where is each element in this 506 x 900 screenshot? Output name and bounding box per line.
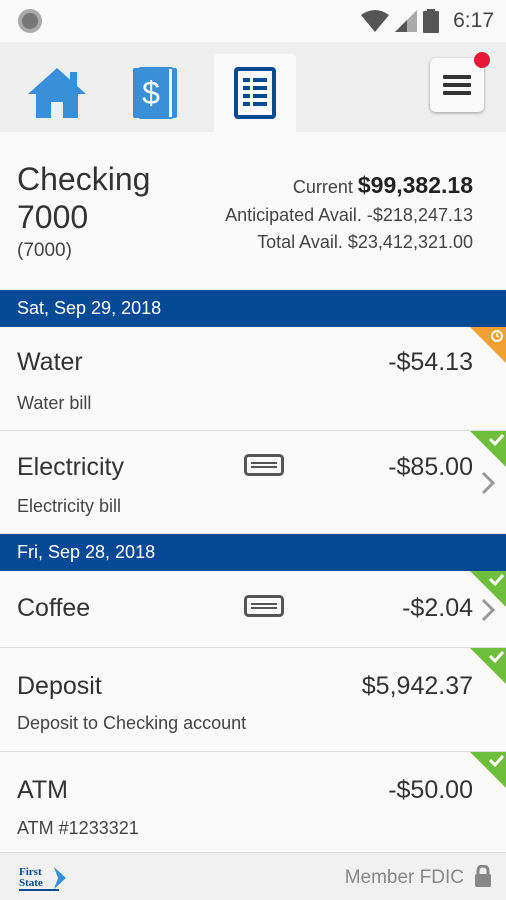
- memo-icon[interactable]: [244, 595, 284, 617]
- pending-clock-icon: [470, 327, 506, 363]
- date-header: Fri, Sep 28, 2018: [0, 534, 506, 571]
- cleared-check-icon: [470, 752, 506, 788]
- member-fdic-label: Member FDIC: [344, 867, 464, 888]
- clock: 6:17: [453, 9, 494, 32]
- cleared-check-icon: [470, 648, 506, 684]
- dollar-icon: $: [133, 67, 177, 119]
- signal-icon: [395, 10, 418, 32]
- total-available: Total Avail. $23,412,321.00: [257, 232, 473, 252]
- footer: First State Member FDIC: [0, 852, 506, 900]
- transaction-title: Coffee: [17, 594, 91, 622]
- svg-text:State: State: [19, 877, 43, 889]
- transaction-amount: -$2.04: [402, 594, 473, 622]
- home-icon: [28, 68, 86, 118]
- current-balance-value: $99,382.18: [357, 172, 473, 198]
- tab-home[interactable]: [16, 54, 98, 132]
- menu-button[interactable]: [430, 52, 490, 112]
- transaction-row[interactable]: Deposit $5,942.37 Deposit to Checking ac…: [0, 648, 506, 752]
- current-balance: Current $99,382.18: [292, 172, 473, 198]
- transaction-amount: $5,942.37: [361, 672, 473, 700]
- transaction-title: ATM: [17, 776, 68, 804]
- transaction-row[interactable]: Coffee -$2.04: [0, 571, 506, 648]
- anticipated-balance: Anticipated Avail. -$218,247.13: [225, 205, 473, 225]
- wifi-icon: [361, 10, 390, 32]
- transaction-title: Electricity: [17, 453, 124, 481]
- memo-icon[interactable]: [244, 454, 284, 476]
- transaction-amount: -$50.00: [388, 776, 473, 804]
- battery-icon: [423, 9, 440, 33]
- bank-logo: First State: [19, 866, 66, 891]
- transaction-amount: -$85.00: [388, 453, 473, 481]
- transaction-row[interactable]: Water -$54.13 Water bill: [0, 327, 506, 431]
- transaction-description: Deposit to Checking account: [17, 713, 247, 733]
- transaction-description: ATM #1233321: [17, 818, 139, 838]
- account-name: Checking 7000: [17, 161, 151, 235]
- total-available-value: $23,412,321.00: [347, 232, 473, 252]
- notification-dot-icon: [18, 9, 42, 33]
- transaction-title: Deposit: [17, 672, 102, 700]
- status-icons: 6:17: [361, 6, 494, 36]
- tab-bar: $: [0, 42, 506, 132]
- transaction-row[interactable]: Electricity -$85.00 Electricity bill: [0, 431, 506, 534]
- status-bar: 6:17: [0, 0, 506, 42]
- svg-text:$: $: [142, 75, 160, 111]
- menu-icon: [443, 75, 471, 95]
- account-number: (7000): [17, 240, 72, 261]
- transaction-amount: -$54.13: [388, 348, 473, 376]
- transaction-row[interactable]: ATM -$50.00 ATM #1233321: [0, 752, 506, 852]
- tab-transfers[interactable]: $: [116, 54, 198, 132]
- chevron-right-icon[interactable]: [480, 597, 496, 623]
- transaction-description: Water bill: [17, 393, 92, 413]
- chevron-right-icon[interactable]: [480, 470, 496, 496]
- account-summary: Checking 7000 (7000) Current $99,382.18 …: [0, 132, 506, 290]
- lock-icon: [475, 865, 491, 887]
- tab-transactions[interactable]: [214, 54, 296, 132]
- transaction-title: Water: [17, 348, 83, 376]
- notification-badge: [474, 52, 490, 68]
- cleared-check-icon: [470, 431, 506, 467]
- transaction-description: Electricity bill: [17, 496, 122, 516]
- document-list-icon: [234, 67, 276, 119]
- date-header: Sat, Sep 29, 2018: [0, 290, 506, 327]
- anticipated-balance-value: -$218,247.13: [366, 205, 473, 225]
